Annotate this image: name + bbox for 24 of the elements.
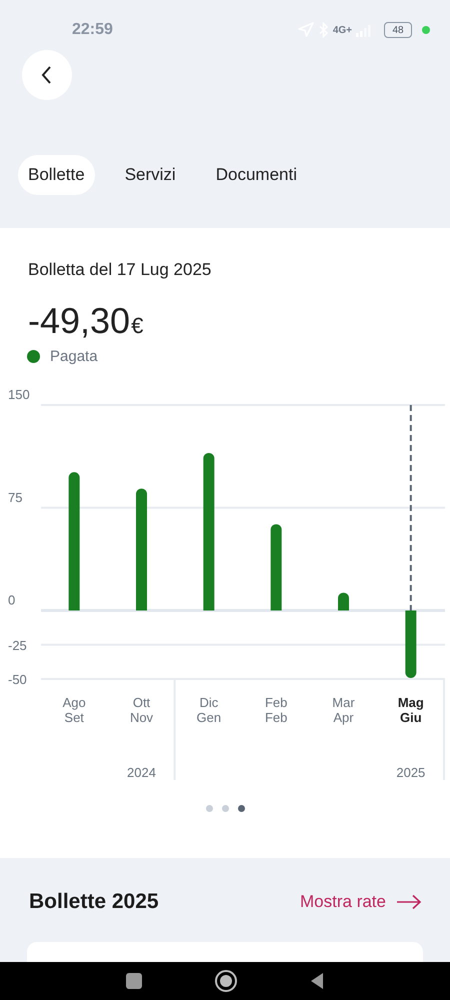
battery-icon: 48 xyxy=(384,22,412,38)
axis-category-label: Ago Set xyxy=(62,695,86,725)
axis-category-label: Dic Gen xyxy=(196,695,222,725)
axis-tick-label: -50 xyxy=(8,672,27,687)
year-label: 2024 xyxy=(127,765,156,780)
axis-category-label: Mar Apr xyxy=(332,695,355,725)
bill-title: Bolletta del 17 Lug 2025 xyxy=(28,260,212,280)
tab[interactable]: Documenti xyxy=(206,155,307,195)
section-title: Bollette 2025 xyxy=(29,890,159,914)
status-time: 22:59 xyxy=(72,21,113,39)
axis-tick-label: -25 xyxy=(8,638,27,653)
bill-amount: -49,30€ xyxy=(28,302,144,343)
axis-tick-label: 0 xyxy=(8,592,16,608)
axis-category-label: Feb Feb xyxy=(264,695,288,725)
axis-category-label: Mag Giu xyxy=(398,695,424,725)
show-installments-link[interactable]: Mostra rate xyxy=(300,892,422,912)
network-label: 4G+ xyxy=(332,24,352,36)
status-label: Pagata xyxy=(50,348,98,365)
axis-tick-label: 150 xyxy=(8,387,30,402)
axis-tick-label: 75 xyxy=(8,490,22,505)
tab[interactable]: Bollette xyxy=(18,155,95,195)
axis-category-label: Ott Nov xyxy=(130,695,154,725)
year-label: 2025 xyxy=(396,765,426,780)
tab[interactable]: Servizi xyxy=(114,155,186,195)
